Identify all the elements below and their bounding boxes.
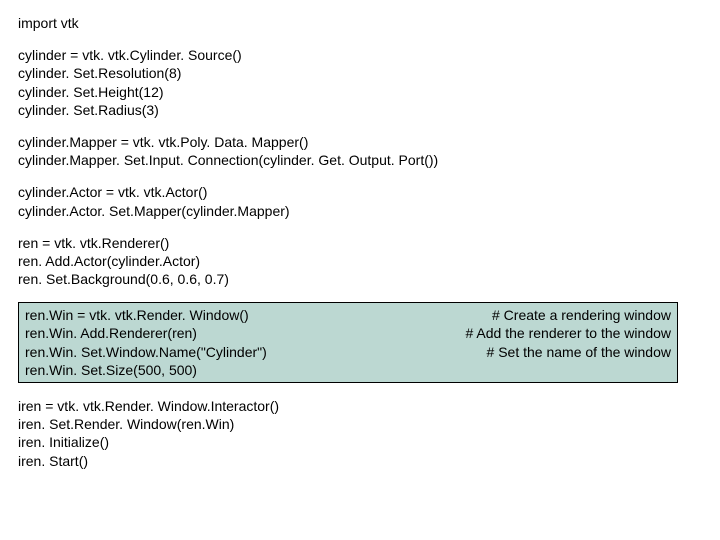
code-line: iren. Initialize() (18, 433, 702, 451)
code-line: cylinder.Mapper = vtk. vtk.Poly. Data. M… (18, 133, 702, 151)
code-comment: # Create a rendering window (492, 306, 671, 324)
code-line: ren. Set.Background(0.6, 0.6, 0.7) (18, 270, 702, 288)
highlight-row: ren.Win. Set.Window.Name("Cylinder") # S… (25, 343, 671, 361)
code-block-import: import vtk (18, 14, 702, 32)
code-line: import vtk (18, 14, 702, 32)
code-line: ren.Win. Add.Renderer(ren) (25, 324, 197, 342)
code-comment: # Set the name of the window (487, 343, 671, 361)
code-line: ren. Add.Actor(cylinder.Actor) (18, 252, 702, 270)
code-line: cylinder. Set.Radius(3) (18, 101, 702, 119)
code-line: cylinder.Actor. Set.Mapper(cylinder.Mapp… (18, 202, 702, 220)
highlight-row: ren.Win = vtk. vtk.Render. Window() # Cr… (25, 306, 671, 324)
code-line: cylinder = vtk. vtk.Cylinder. Source() (18, 46, 702, 64)
code-block-cylinder: cylinder = vtk. vtk.Cylinder. Source() c… (18, 46, 702, 119)
code-line: iren = vtk. vtk.Render. Window.Interacto… (18, 397, 702, 415)
highlight-row: ren.Win. Set.Size(500, 500) (25, 361, 671, 379)
code-line: cylinder.Actor = vtk. vtk.Actor() (18, 183, 702, 201)
code-line: ren.Win. Set.Size(500, 500) (25, 361, 197, 379)
code-line: ren.Win = vtk. vtk.Render. Window() (25, 306, 249, 324)
code-line: cylinder. Set.Height(12) (18, 83, 702, 101)
code-block-actor: cylinder.Actor = vtk. vtk.Actor() cylind… (18, 183, 702, 219)
code-comment: # Add the renderer to the window (466, 324, 671, 342)
code-line: ren = vtk. vtk.Renderer() (18, 234, 702, 252)
code-line: ren.Win. Set.Window.Name("Cylinder") (25, 343, 267, 361)
code-line: iren. Set.Render. Window(ren.Win) (18, 415, 702, 433)
code-line: cylinder.Mapper. Set.Input. Connection(c… (18, 151, 702, 169)
highlight-row: ren.Win. Add.Renderer(ren) # Add the ren… (25, 324, 671, 342)
code-line: iren. Start() (18, 452, 702, 470)
code-block-mapper: cylinder.Mapper = vtk. vtk.Poly. Data. M… (18, 133, 702, 169)
code-block-renderer: ren = vtk. vtk.Renderer() ren. Add.Actor… (18, 234, 702, 289)
highlighted-code-block: ren.Win = vtk. vtk.Render. Window() # Cr… (18, 302, 678, 383)
code-line: cylinder. Set.Resolution(8) (18, 64, 702, 82)
code-block-interactor: iren = vtk. vtk.Render. Window.Interacto… (18, 397, 702, 470)
